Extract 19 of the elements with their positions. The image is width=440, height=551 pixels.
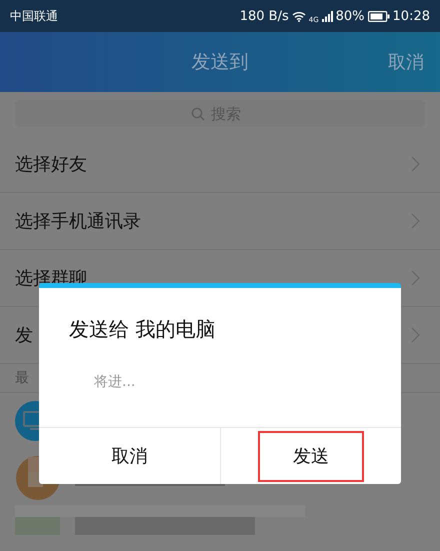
chevron-icon (411, 156, 420, 172)
chevron-icon (411, 213, 420, 229)
carrier-name: 中国联通 (10, 8, 58, 24)
network-speed: 180 B/s (240, 8, 289, 24)
dialog-button[interactable]: 发送 (258, 430, 364, 482)
wifi-icon (292, 10, 306, 22)
battery-percent: 80% (336, 8, 365, 24)
chevron-icon (411, 327, 420, 343)
menu-item[interactable]: 选择手机通讯录 (0, 193, 440, 250)
cancel-button[interactable]: 取消 (386, 48, 426, 76)
clock-time: 10:28 (392, 8, 430, 24)
battery-icon (368, 10, 390, 22)
computer-avatar-icon (15, 401, 39, 441)
menu-item[interactable]: 选择好友 (0, 136, 440, 193)
signal-icon (322, 10, 333, 22)
dialog-button[interactable]: 取消 (76, 430, 182, 482)
dialog-title: 发送给 我的电脑 (68, 316, 216, 343)
page-title: 发送到 (192, 50, 248, 75)
chevron-icon (411, 270, 420, 286)
